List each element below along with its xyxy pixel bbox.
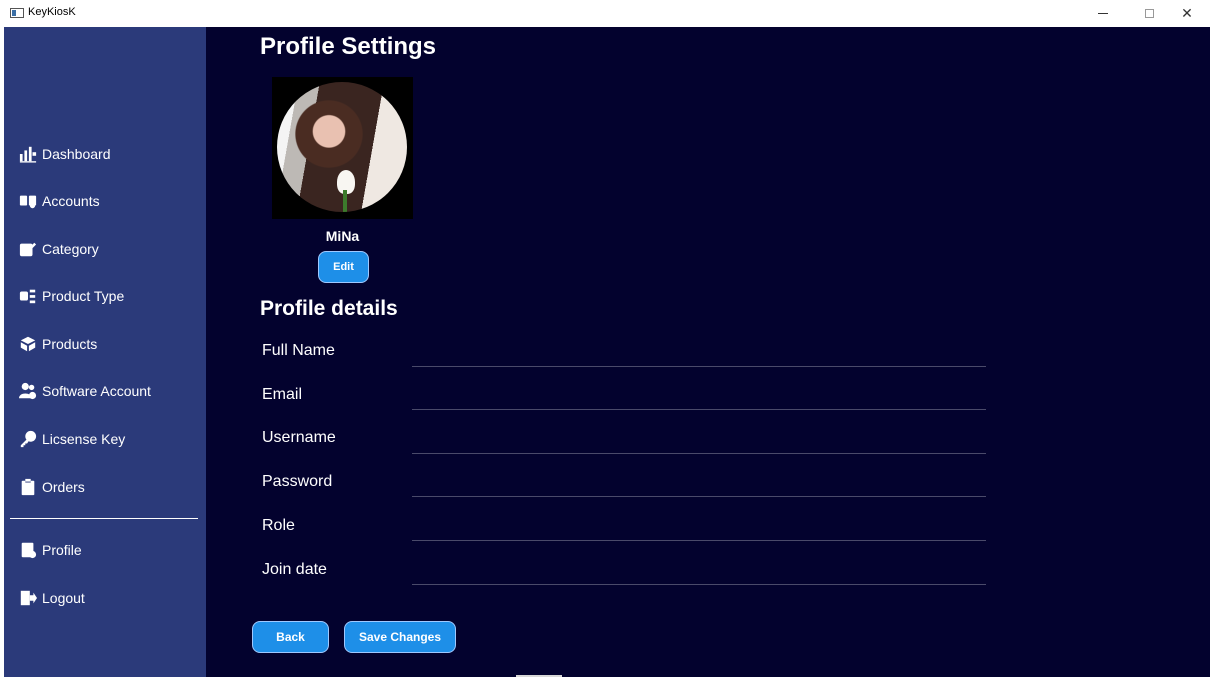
email-field[interactable]: [412, 381, 990, 411]
sidebar-item-category[interactable]: Category: [18, 236, 198, 262]
product-type-icon: [18, 286, 38, 306]
edit-icon: [18, 239, 38, 259]
title-bar: KeyKiosK ✕: [0, 0, 1210, 27]
sidebar-item-label: Products: [42, 336, 98, 352]
logout-icon: [18, 588, 38, 608]
sidebar-divider: [10, 518, 198, 519]
clipboard-icon: [18, 477, 38, 497]
role-underline: [412, 540, 986, 541]
sidebar-item-label: Profile: [42, 542, 82, 558]
back-button[interactable]: Back: [252, 621, 329, 653]
avatar: [272, 77, 413, 219]
role-field[interactable]: [412, 512, 990, 542]
close-button[interactable]: ✕: [1164, 0, 1210, 27]
sidebar-item-label: Category: [42, 241, 99, 257]
key-icon: [18, 429, 38, 449]
sidebar-item-dashboard[interactable]: Dashboard: [18, 141, 198, 167]
profile-icon: [18, 540, 38, 560]
sidebar-item-label: Logout: [42, 590, 85, 606]
user-name: MiNa: [325, 228, 360, 244]
sidebar-item-label: Dashboard: [42, 146, 111, 162]
full-name-field[interactable]: [412, 337, 990, 367]
flower-stem-shape: [343, 190, 347, 212]
save-changes-button[interactable]: Save Changes: [344, 621, 456, 653]
accounts-icon: [18, 191, 38, 211]
join-date-field[interactable]: [412, 556, 990, 586]
join-date-underline: [412, 584, 986, 585]
app-icon: [10, 8, 24, 18]
sidebar-item-products[interactable]: Products: [18, 331, 198, 357]
full-name-underline: [412, 366, 986, 367]
profile-details-title: Profile details: [260, 297, 398, 320]
join-date-label: Join date: [262, 561, 327, 578]
username-underline: [412, 453, 986, 454]
avatar-photo: [277, 82, 407, 212]
email-underline: [412, 409, 986, 410]
sidebar-item-orders[interactable]: Orders: [18, 474, 198, 500]
maximize-icon: [1144, 9, 1154, 18]
password-label: Password: [262, 473, 333, 490]
page-title: Profile Settings: [260, 33, 437, 60]
sidebar-item-label: Accounts: [42, 193, 100, 209]
sidebar-item-label: Orders: [42, 479, 85, 495]
users-icon: [18, 381, 38, 401]
minimize-button[interactable]: [1080, 0, 1126, 27]
role-label: Role: [262, 517, 295, 534]
window-title: KeyKiosK: [28, 6, 76, 18]
sidebar-item-label: Software Account: [42, 383, 151, 399]
close-icon: ✕: [1181, 5, 1193, 21]
sidebar-item-label: Product Type: [42, 288, 125, 304]
username-field[interactable]: [412, 424, 990, 454]
sidebar-item-product-type[interactable]: Product Type: [18, 283, 198, 309]
sidebar-item-profile[interactable]: Profile: [18, 537, 198, 563]
main-content: Profile Settings MiNa Edit Profile detai…: [206, 27, 1210, 677]
sidebar-item-logout[interactable]: Logout: [18, 585, 198, 611]
sidebar-item-software-account[interactable]: Software Account: [18, 378, 198, 404]
sidebar-item-accounts[interactable]: Accounts: [18, 188, 198, 214]
dashboard-icon: [18, 144, 38, 164]
sidebar: Dashboard Accounts Category Product Type…: [4, 27, 206, 677]
username-label: Username: [262, 429, 336, 446]
password-underline: [412, 496, 986, 497]
minimize-icon: [1098, 13, 1108, 14]
sidebar-item-label: Licsense Key: [42, 431, 126, 447]
password-field[interactable]: [412, 468, 990, 498]
sidebar-item-license-key[interactable]: Licsense Key: [18, 426, 198, 452]
email-label: Email: [262, 386, 303, 403]
full-name-label: Full Name: [262, 342, 335, 359]
edit-avatar-button[interactable]: Edit: [318, 251, 369, 283]
box-icon: [18, 334, 38, 354]
